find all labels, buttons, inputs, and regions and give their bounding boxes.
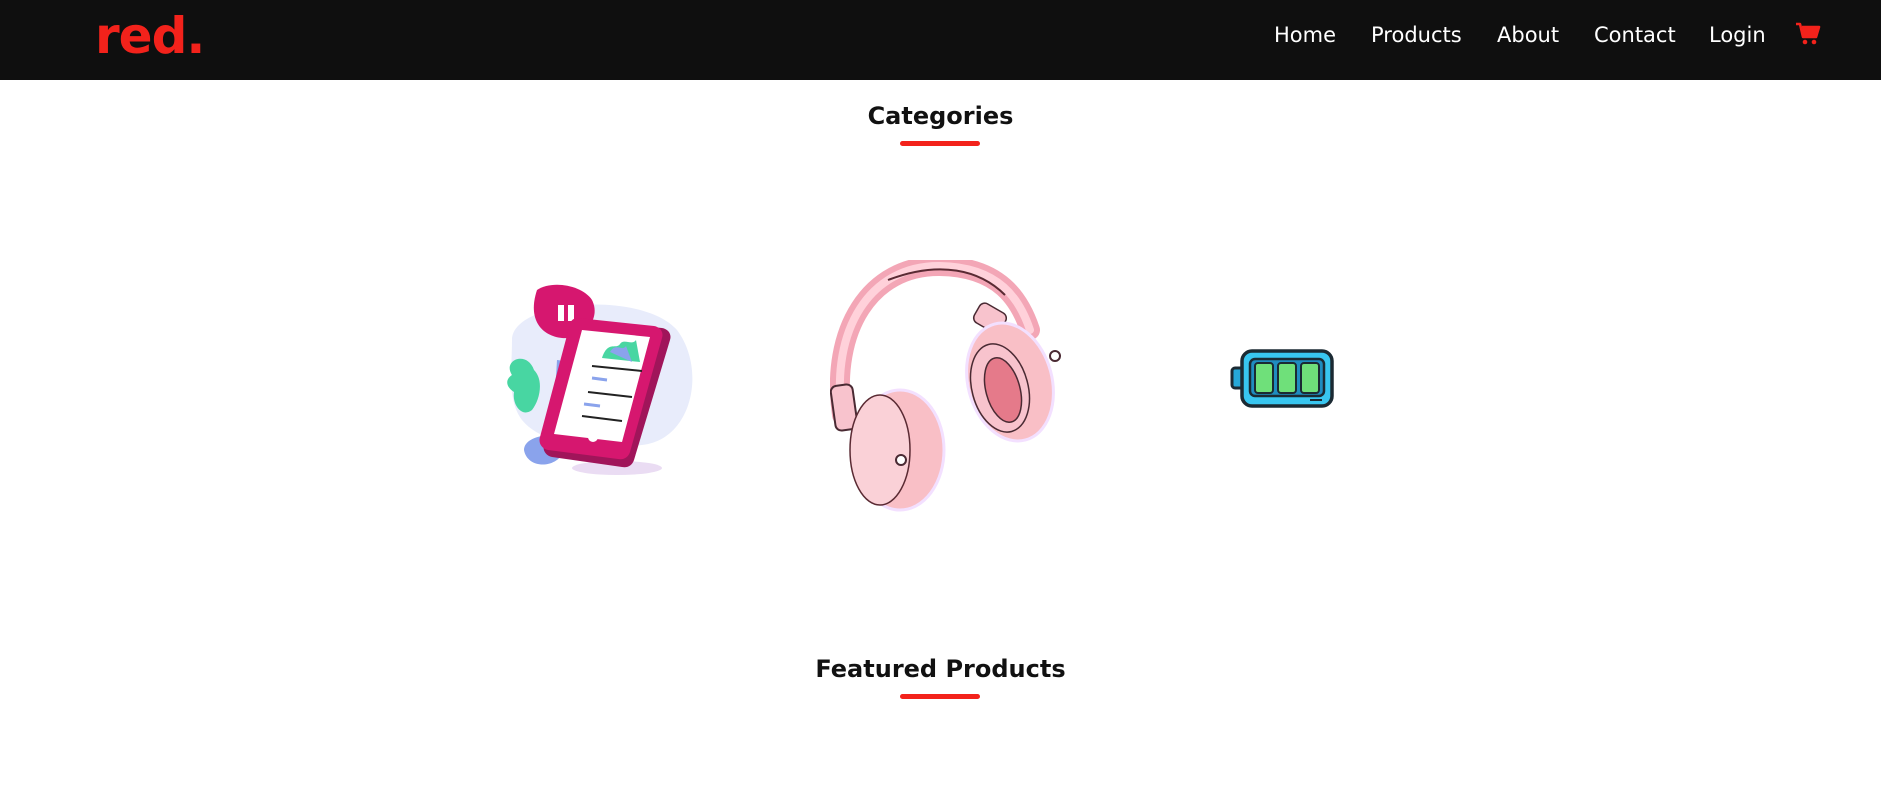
- nav-about-link[interactable]: About: [1497, 23, 1559, 47]
- nav-home-link[interactable]: Home: [1274, 23, 1336, 47]
- shopping-cart-icon[interactable]: [1795, 22, 1821, 46]
- categories-title: Categories: [867, 102, 1014, 130]
- nav-contact-link[interactable]: Contact: [1594, 23, 1676, 47]
- category-smartphones[interactable]: [482, 280, 702, 480]
- categories-title-underline: [900, 141, 980, 146]
- featured-products-title-underline: [900, 694, 980, 699]
- featured-products-title: Featured Products: [815, 655, 1066, 683]
- category-headphones[interactable]: [829, 255, 1070, 515]
- brand-logo[interactable]: red.: [95, 6, 205, 66]
- nav-products-link[interactable]: Products: [1371, 23, 1462, 47]
- top-navbar: red. Home Products About Contact Login: [0, 0, 1881, 80]
- nav-login-link[interactable]: Login: [1709, 23, 1766, 47]
- category-batteries[interactable]: [1230, 348, 1335, 410]
- battery-illustration-icon: [1230, 349, 1334, 408]
- smartphone-illustration-icon: [507, 284, 693, 475]
- headphones-illustration-icon: [829, 255, 1061, 512]
